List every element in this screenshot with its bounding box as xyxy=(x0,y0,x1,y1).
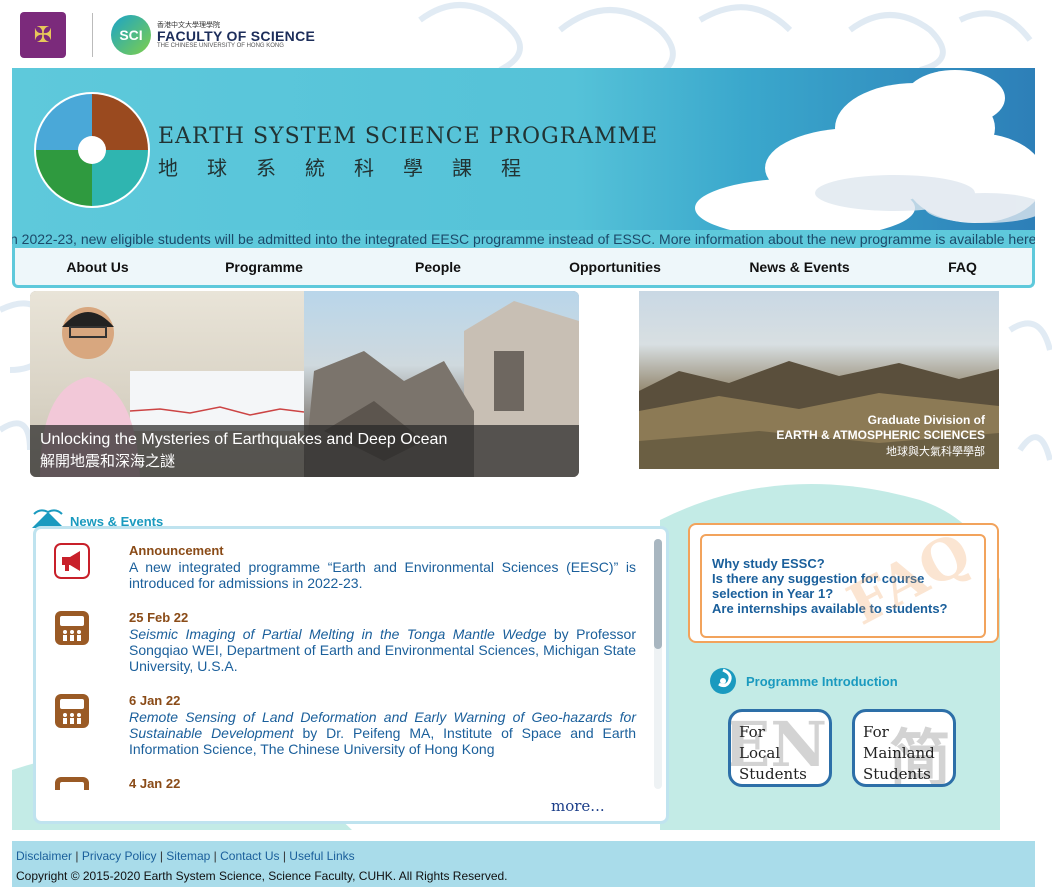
news-item-date: Announcement xyxy=(129,543,224,558)
seminar-icon xyxy=(55,694,89,728)
nav-opportunities[interactable]: Opportunities xyxy=(528,248,702,285)
faq-inner-panel: FAQ Why study ESSC? Is there any suggest… xyxy=(700,520,986,638)
faq-watermark: FAQ xyxy=(837,519,982,639)
news-list-panel: Announcement A new integrated programme … xyxy=(33,526,669,824)
seminar-icon xyxy=(55,611,89,645)
marquee-text[interactable]: n 2022-23, new eligible students will be… xyxy=(12,231,1035,247)
page-footer: Disclaimer | Privacy Policy | Sitemap | … xyxy=(12,841,1035,887)
news-scrollbar-thumb[interactable] xyxy=(654,539,662,649)
programme-introduction-label: Programme Introduction xyxy=(746,673,898,689)
footer-link-privacy-policy[interactable]: Privacy Policy xyxy=(82,849,157,863)
header-logos: ✠ SCI 香港中文大學理學院 FACULTY OF SCIENCE THE C… xyxy=(20,10,315,60)
news-item-body: Announcement A new integrated programme … xyxy=(129,543,636,591)
footer-link-sitemap[interactable]: Sitemap xyxy=(166,849,210,863)
graduate-division-banner[interactable]: Graduate Division of EARTH & ATMOSPHERIC… xyxy=(639,291,999,469)
programme-banner: EARTH SYSTEM SCIENCE PROGRAMME 地球系統科學課程 xyxy=(12,68,1035,230)
feature-caption[interactable]: Unlocking the Mysteries of Earthquakes a… xyxy=(30,425,579,477)
programme-title-english: EARTH SYSTEM SCIENCE PROGRAMME xyxy=(158,124,659,149)
footer-links: Disclaimer | Privacy Policy | Sitemap | … xyxy=(16,849,355,863)
news-item-date: 6 Jan 22 xyxy=(129,693,181,708)
nav-people[interactable]: People xyxy=(348,248,528,285)
faculty-name-english: FACULTY OF SCIENCE xyxy=(157,27,316,44)
mainland-students-label: For Mainland Students xyxy=(863,722,935,784)
faculty-name[interactable]: 香港中文大學理學院 FACULTY OF SCIENCE THE CHINESE… xyxy=(157,22,315,49)
news-more-link[interactable]: more... xyxy=(551,797,605,815)
faculty-badge[interactable]: SCI xyxy=(111,15,151,55)
mainland-line3: Students xyxy=(863,765,931,783)
news-item-body: 4 Jan 22 xyxy=(129,776,634,790)
logo-divider xyxy=(92,13,93,57)
nav-news-events[interactable]: News & Events xyxy=(702,248,897,285)
graduate-division-line2: EARTH & ATMOSPHERIC SCIENCES xyxy=(776,428,985,442)
local-line3: Students xyxy=(739,765,807,783)
announcement-marquee[interactable]: n 2022-23, new eligible students will be… xyxy=(12,230,1035,248)
local-students-button[interactable]: EN For Local Students xyxy=(728,709,832,787)
megaphone-icon xyxy=(54,543,90,579)
main-navigation: About Us Programme People Opportunities … xyxy=(12,248,1035,288)
local-line1: For xyxy=(739,723,765,741)
feature-caption-english[interactable]: Unlocking the Mysteries of Earthquakes a… xyxy=(40,429,569,451)
local-students-label: For Local Students xyxy=(739,722,807,784)
faq-panel: FAQ Why study ESSC? Is there any suggest… xyxy=(688,520,999,643)
news-item-text[interactable]: Seismic Imaging of Partial Melting in th… xyxy=(129,626,636,674)
faq-question[interactable]: Are internships available to students? xyxy=(712,601,974,616)
clouds-image xyxy=(695,70,1035,230)
news-item-date: 25 Feb 22 xyxy=(129,610,189,625)
news-item-text[interactable]: Remote Sensing of Land Deformation and E… xyxy=(129,709,636,757)
nav-about-us[interactable]: About Us xyxy=(15,248,180,285)
news-item-body: 6 Jan 22 Remote Sensing of Land Deformat… xyxy=(129,693,636,757)
news-item-date: 4 Jan 22 xyxy=(129,776,181,790)
programme-introduction-heading: Programme Introduction xyxy=(708,666,898,696)
copyright-text: Copyright © 2015-2020 Earth System Scien… xyxy=(16,869,508,883)
footer-link-contact-us[interactable]: Contact Us xyxy=(220,849,279,863)
mainland-line2: Mainland xyxy=(863,744,935,762)
feature-slideshow[interactable]: Unlocking the Mysteries of Earthquakes a… xyxy=(30,291,579,477)
mainland-students-button[interactable]: 简 For Mainland Students xyxy=(852,709,956,787)
footer-link-disclaimer[interactable]: Disclaimer xyxy=(16,849,72,863)
mainland-line1: For xyxy=(863,723,889,741)
cyclone-icon xyxy=(710,668,736,694)
local-line2: Local xyxy=(739,744,781,762)
nav-faq[interactable]: FAQ xyxy=(897,248,1028,285)
seminar-icon xyxy=(55,777,89,790)
graduate-division-line3: 地球與大氣科學學部 xyxy=(886,446,985,458)
news-item-title[interactable]: Seismic Imaging of Partial Melting in th… xyxy=(129,626,546,642)
programme-title-chinese: 地球系統科學課程 xyxy=(158,156,550,180)
news-item-text[interactable]: A new integrated programme “Earth and En… xyxy=(129,559,636,591)
nav-programme[interactable]: Programme xyxy=(180,248,348,285)
news-scrollbar[interactable] xyxy=(654,539,662,789)
graduate-division-line1: Graduate Division of xyxy=(867,413,985,427)
news-item[interactable]: 4 Jan 22 xyxy=(54,776,634,790)
cuhk-crest-icon[interactable]: ✠ xyxy=(20,12,66,58)
footer-link-useful-links[interactable]: Useful Links xyxy=(289,849,354,863)
esp-logo-icon xyxy=(34,92,150,208)
feature-caption-chinese[interactable]: 解開地震和深海之謎 xyxy=(40,451,569,473)
news-item-body: 25 Feb 22 Seismic Imaging of Partial Mel… xyxy=(129,610,636,674)
